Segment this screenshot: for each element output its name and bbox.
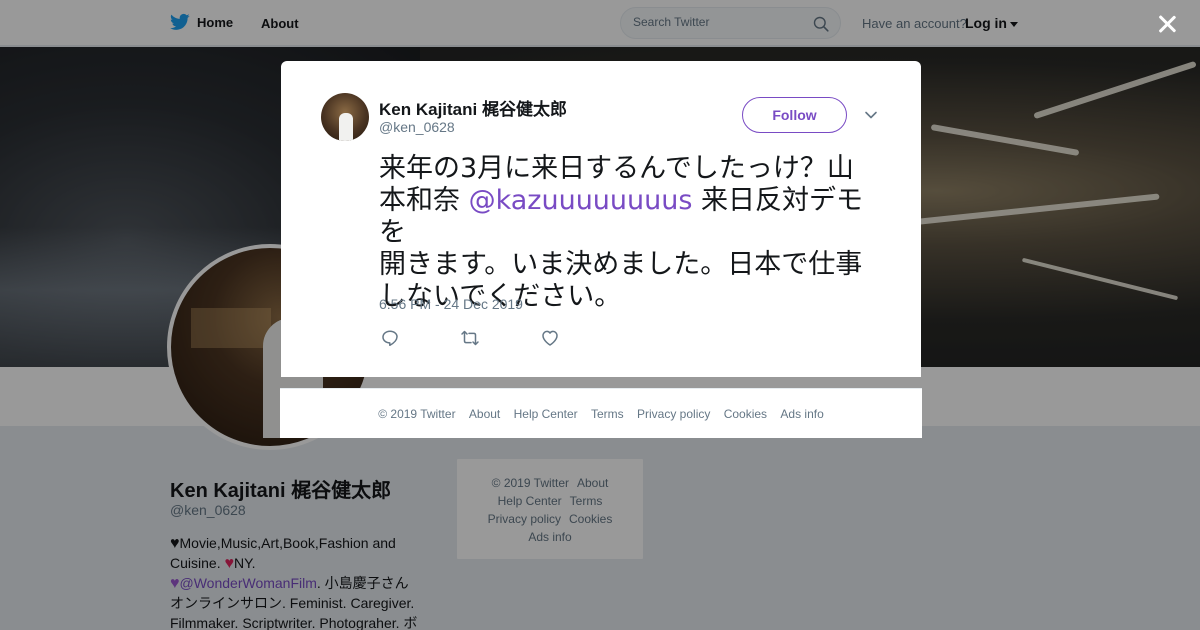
tweet-author-name[interactable]: Ken Kajitani 梶谷健太郎 — [379, 95, 567, 120]
reply-icon[interactable] — [380, 328, 400, 348]
chevron-down-icon[interactable] — [864, 108, 878, 122]
tweet-text: 来年の3月に来日するんでしたっけ？山 本和奈 @kazuuuuuuuus 来日反… — [379, 153, 889, 313]
avatar-person — [339, 113, 353, 141]
tweet-text-span: 本和奈 — [379, 185, 469, 216]
footer-about-link[interactable]: About — [469, 407, 500, 421]
tweet-text-line: 来年の3月に来日するんでしたっけ？山 — [379, 153, 854, 184]
footer-help-link[interactable]: Help Center — [514, 407, 578, 421]
tweet-author-avatar[interactable] — [321, 93, 369, 141]
tweet-mention-link[interactable]: @kazuuuuuuuus — [469, 185, 693, 216]
footer-terms-link[interactable]: Terms — [591, 407, 624, 421]
tweet-text-line: 本和奈 @kazuuuuuuuus 来日反対デモを — [379, 185, 889, 249]
footer-privacy-link[interactable]: Privacy policy — [637, 407, 710, 421]
footer-copyright: © 2019 Twitter — [378, 407, 456, 421]
tweet-modal: Ken Kajitani 梶谷健太郎 @ken_0628 Follow 来年の3… — [281, 61, 921, 377]
footer-ads-link[interactable]: Ads info — [780, 407, 823, 421]
tweet-text-line: 開きます。いま決めました。日本で仕事 — [379, 249, 863, 280]
like-icon[interactable] — [540, 328, 560, 348]
footer-cookies-link[interactable]: Cookies — [724, 407, 767, 421]
retweet-icon[interactable] — [460, 328, 480, 348]
modal-footer: © 2019 Twitter About Help Center Terms P… — [280, 388, 922, 438]
tweet-timestamp[interactable]: 6:56 PM - 24 Dec 2019 — [379, 296, 523, 312]
tweet-author-handle[interactable]: @ken_0628 — [379, 119, 455, 135]
close-icon[interactable] — [1155, 12, 1179, 36]
follow-button[interactable]: Follow — [742, 97, 847, 133]
